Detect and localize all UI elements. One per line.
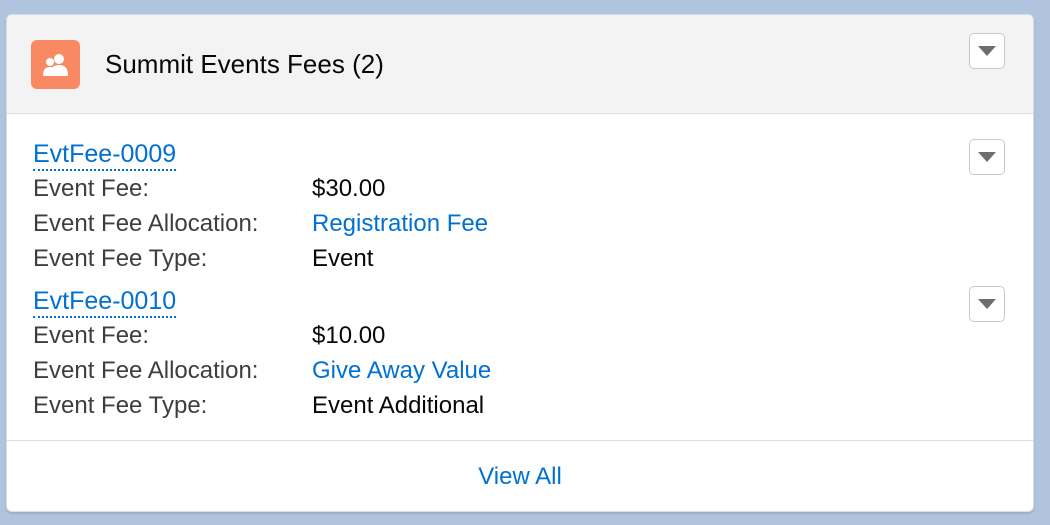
record-link[interactable]: EvtFee-0009	[33, 139, 177, 171]
field-value-link[interactable]: Registration Fee	[312, 206, 488, 241]
list-item: EvtFee-0010 Event Fee: $10.00 Event Fee …	[33, 286, 491, 423]
field-label: Event Fee Allocation:	[33, 210, 259, 237]
related-list-card: Summit Events Fees (2) EvtFee-0009 Event…	[6, 14, 1034, 512]
field-label: Event Fee:	[33, 322, 150, 349]
field-label: Event Fee Type:	[33, 245, 208, 272]
field-row: Event Fee: $30.00	[33, 171, 385, 206]
field-row: Event Fee: $10.00	[33, 318, 385, 353]
field-value: $10.00	[312, 322, 386, 349]
chevron-down-icon	[978, 152, 996, 162]
field-value: Event Additional	[312, 392, 485, 419]
field-label: Event Fee:	[33, 175, 150, 202]
chevron-down-icon	[978, 299, 996, 309]
view-all-link[interactable]: View All	[478, 463, 562, 491]
row-actions-menu-button[interactable]	[969, 286, 1005, 322]
list-item: EvtFee-0009 Event Fee: $30.00 Event Fee …	[33, 139, 488, 276]
row-actions-menu-button[interactable]	[969, 139, 1005, 175]
user-group-icon-glyph	[42, 53, 68, 76]
field-label: Event Fee Allocation:	[33, 357, 259, 384]
field-row: Event Fee Allocation: Give Away Value	[33, 353, 491, 388]
field-row: Event Fee Allocation: Registration Fee	[33, 206, 488, 241]
field-value: $30.00	[312, 175, 386, 202]
field-row: Event Fee Type: Event	[33, 241, 373, 276]
field-value: Event	[312, 245, 374, 272]
field-label: Event Fee Type:	[33, 392, 208, 419]
card-title[interactable]: Summit Events Fees (2)	[105, 49, 384, 80]
chevron-down-icon	[978, 46, 996, 56]
card-header: Summit Events Fees (2)	[7, 15, 1033, 114]
card-footer: View All	[7, 440, 1033, 511]
card-actions-menu-button[interactable]	[969, 33, 1005, 69]
field-value-link[interactable]: Give Away Value	[312, 353, 491, 388]
record-link[interactable]: EvtFee-0010	[33, 286, 177, 318]
field-row: Event Fee Type: Event Additional	[33, 388, 484, 423]
user-group-icon	[31, 40, 80, 89]
